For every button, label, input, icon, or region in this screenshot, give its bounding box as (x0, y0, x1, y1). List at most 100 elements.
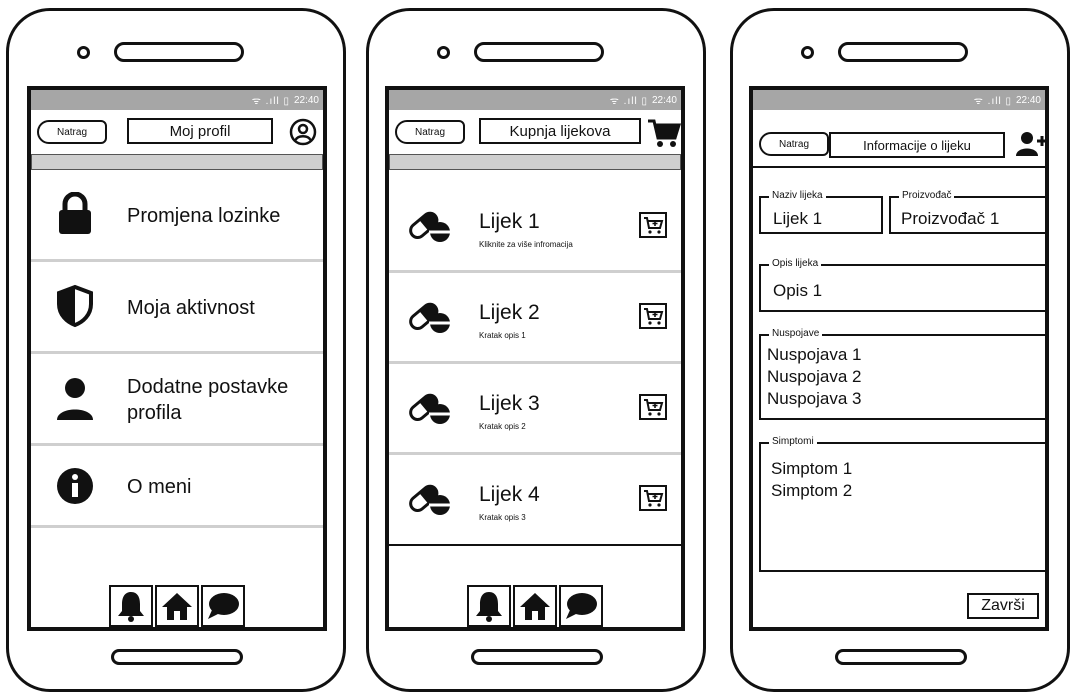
speaker (838, 42, 968, 62)
add-to-cart-icon[interactable] (639, 485, 667, 511)
drug-list-item[interactable]: Lijek 1 Kliknite za više infromacija (389, 182, 681, 273)
add-to-cart-icon[interactable] (639, 303, 667, 329)
side-effect-item: Nuspojava 1 (767, 345, 862, 364)
symptoms-field[interactable]: Simptomi Simptom 1 Simptom 2 (759, 436, 1045, 572)
header: Natrag Moj profil (31, 110, 323, 154)
drug-list-item[interactable]: Lijek 3 Kratak opis 2 (389, 364, 681, 455)
status-bar: ᯤ .ıll ▯ 22:40 (31, 90, 323, 110)
add-user-icon[interactable] (1015, 130, 1047, 158)
drug-name: Lijek 4 (479, 483, 540, 506)
chat-button[interactable] (201, 585, 245, 627)
person-icon (57, 378, 93, 420)
header: Natrag Informacije o lijeku (753, 110, 1045, 168)
pills-icon (409, 484, 451, 515)
side-effect-item: Nuspojava 2 (767, 367, 862, 386)
drug-name-label: Naziv lijeka (769, 190, 826, 201)
side-effects-list: Nuspojava 1 Nuspojava 2 Nuspojava 3 (761, 336, 1045, 410)
info-icon (57, 468, 93, 504)
drug-name: Lijek 1 (479, 210, 540, 233)
home-icon (520, 593, 550, 620)
header: Natrag Kupnja lijekova (389, 110, 681, 154)
add-to-cart-icon[interactable] (639, 212, 667, 238)
phone-frame-profile: ᯤ .ıll ▯ 22:40 Natrag Moj profil Promjen… (6, 8, 346, 692)
pills-icon (409, 302, 451, 333)
chat-icon (208, 593, 239, 619)
home-hardware-button[interactable] (835, 649, 967, 665)
drug-info-screen: ᯤ .ıll ▯ 22:40 Natrag Informacije o lije… (749, 86, 1049, 631)
status-bar: ᯤ .ıll ▯ 22:40 (753, 90, 1045, 110)
speaker (114, 42, 244, 62)
menu-label: O meni (127, 476, 192, 498)
phone-frame-drug-info: ᯤ .ıll ▯ 22:40 Natrag Informacije o lije… (730, 8, 1070, 692)
add-to-cart-icon[interactable] (639, 394, 667, 420)
manufacturer-value: Proizvođač 1 (901, 209, 1000, 228)
notifications-button[interactable] (467, 585, 511, 627)
back-button[interactable]: Natrag (759, 132, 829, 156)
bottom-nav (389, 581, 681, 627)
home-button[interactable] (513, 585, 557, 627)
account-icon[interactable] (289, 118, 317, 146)
bottom-nav (31, 581, 323, 627)
symptoms-list: Simptom 1 Simptom 2 (761, 444, 1045, 502)
speaker (474, 42, 604, 62)
status-bar: ᯤ .ıll ▯ 22:40 (389, 90, 681, 110)
drug-name-field[interactable]: Naziv lijeka Lijek 1 (759, 190, 883, 234)
drug-description: Kratak opis 1 (479, 331, 526, 340)
manufacturer-field[interactable]: Proizvođač Proizvođač 1 (889, 190, 1045, 234)
status-time: 22:40 (1015, 94, 1041, 106)
drug-list-item[interactable]: Lijek 2 Kratak opis 1 (389, 273, 681, 364)
home-button[interactable] (155, 585, 199, 627)
menu-item-my-activity[interactable]: Moja aktivnost (31, 262, 323, 354)
menu-label: Promjena lozinke (127, 205, 281, 227)
status-icons: ᯤ .ıll ▯ (609, 96, 648, 107)
drug-name-value: Lijek 1 (773, 209, 823, 228)
bell-icon (118, 592, 144, 622)
manufacturer-label: Proizvođač (899, 190, 955, 201)
phone-frame-purchase: ᯤ .ıll ▯ 22:40 Natrag Kupnja lijekova Li… (366, 8, 706, 692)
symptoms-label: Simptomi (769, 436, 817, 447)
drug-description-value: Opis 1 (773, 281, 823, 300)
lock-icon (59, 192, 91, 234)
status-time: 22:40 (293, 94, 319, 106)
status-icons: ᯤ .ıll ▯ (973, 96, 1012, 107)
home-hardware-button[interactable] (471, 649, 603, 665)
back-button[interactable]: Natrag (37, 120, 107, 144)
progress-bar (31, 154, 323, 170)
camera (437, 46, 450, 59)
back-button[interactable]: Natrag (395, 120, 465, 144)
menu-label: Dodatne postavke profila (127, 376, 289, 424)
menu-item-about-me[interactable]: O meni (31, 446, 323, 528)
menu-item-change-password[interactable]: Promjena lozinke (31, 170, 323, 262)
home-hardware-button[interactable] (111, 649, 243, 665)
drug-description: Kliknite za više infromacija (479, 240, 573, 249)
symptom-item: Simptom 1 (771, 459, 853, 478)
chat-icon (566, 593, 597, 619)
drug-description: Kratak opis 3 (479, 513, 526, 522)
side-effects-field[interactable]: Nuspojave Nuspojava 1 Nuspojava 2 Nuspoj… (759, 328, 1045, 420)
purchase-screen: ᯤ .ıll ▯ 22:40 Natrag Kupnja lijekova Li… (385, 86, 685, 631)
finish-button[interactable]: Završi (967, 593, 1039, 619)
drug-name: Lijek 2 (479, 301, 540, 324)
shopping-cart-icon[interactable] (647, 118, 681, 148)
camera (77, 46, 90, 59)
camera (801, 46, 814, 59)
drug-list-item[interactable]: Lijek 4 Kratak opis 3 (389, 455, 681, 546)
shield-icon (57, 284, 93, 328)
drug-name: Lijek 3 (479, 392, 540, 415)
progress-bar (389, 154, 681, 170)
symptom-item: Simptom 2 (771, 481, 853, 500)
page-title: Informacije o lijeku (829, 132, 1005, 158)
drug-description-field[interactable]: Opis lijeka Opis 1 (759, 258, 1045, 312)
home-icon (162, 593, 192, 620)
status-time: 22:40 (651, 94, 677, 106)
profile-screen: ᯤ .ıll ▯ 22:40 Natrag Moj profil Promjen… (27, 86, 327, 631)
notifications-button[interactable] (109, 585, 153, 627)
drug-description: Kratak opis 2 (479, 422, 526, 431)
side-effect-item: Nuspojava 3 (767, 389, 862, 408)
page-title: Kupnja lijekova (479, 118, 641, 144)
chat-button[interactable] (559, 585, 603, 627)
pills-icon (409, 393, 451, 424)
status-icons: ᯤ .ıll ▯ (251, 96, 290, 107)
pills-icon (409, 211, 451, 242)
menu-item-additional-settings[interactable]: Dodatne postavke profila (31, 354, 323, 446)
